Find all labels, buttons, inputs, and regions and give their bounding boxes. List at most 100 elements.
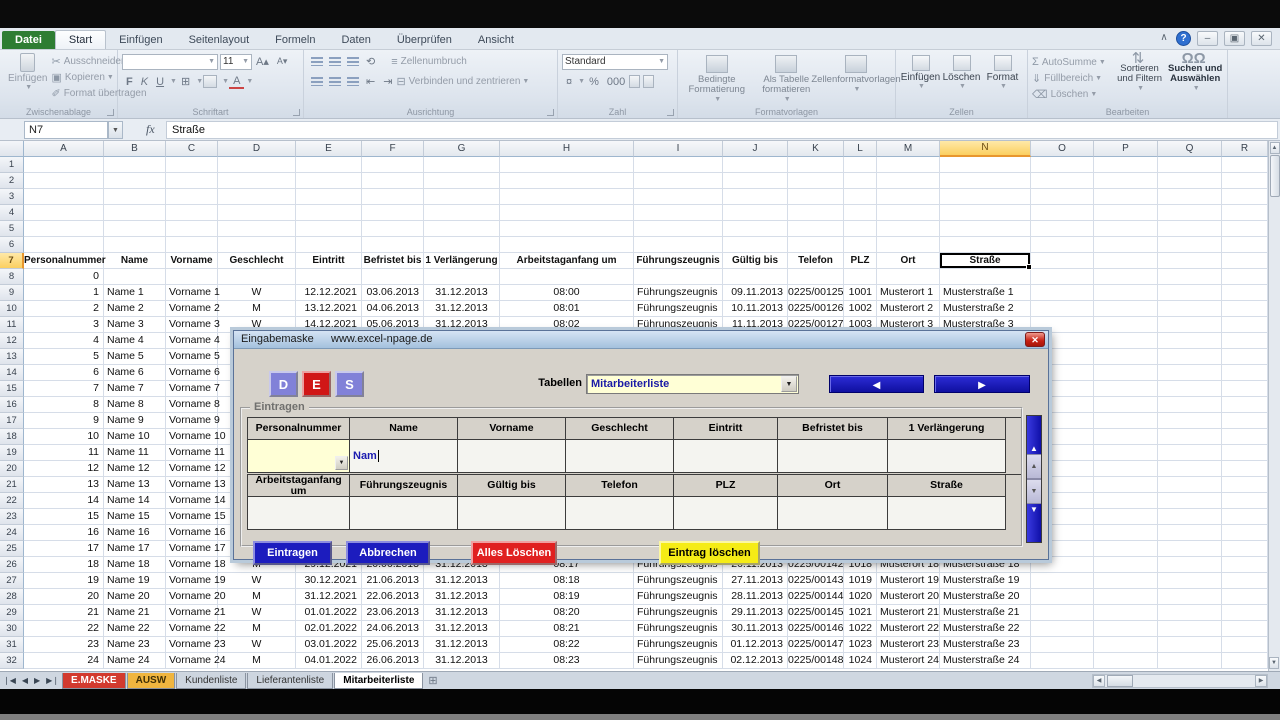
cell-A18[interactable]: 10 <box>24 429 104 445</box>
cell-P7[interactable] <box>1094 253 1158 269</box>
cell-P17[interactable] <box>1094 413 1158 429</box>
cell-C1[interactable] <box>166 157 218 173</box>
cell-Q16[interactable] <box>1158 397 1222 413</box>
cell-R21[interactable] <box>1222 477 1268 493</box>
cell-P15[interactable] <box>1094 381 1158 397</box>
cell-N29[interactable]: Musterstraße 21 <box>940 605 1031 621</box>
cell-P19[interactable] <box>1094 445 1158 461</box>
cell-F30[interactable]: 24.06.2013 <box>362 621 424 637</box>
cell-L27[interactable]: 1019 <box>844 573 877 589</box>
cell-J27[interactable]: 27.11.2013 <box>723 573 788 589</box>
cell-H2[interactable] <box>500 173 634 189</box>
cell-R32[interactable] <box>1222 653 1268 669</box>
input-name[interactable]: Nam <box>350 440 458 473</box>
cell-C13[interactable]: Vorname 5 <box>166 349 218 365</box>
sheet-tab-mitarbeiterliste[interactable]: Mitarbeiterliste <box>334 673 423 689</box>
cell-A28[interactable]: 20 <box>24 589 104 605</box>
column-header-L[interactable]: L <box>844 141 877 157</box>
cell-A29[interactable]: 21 <box>24 605 104 621</box>
align-middle-icon[interactable] <box>329 57 341 66</box>
cell-Q9[interactable] <box>1158 285 1222 301</box>
tabellen-select[interactable]: Mitarbeiterliste ▼ <box>586 374 799 394</box>
align-right-icon[interactable] <box>347 77 359 86</box>
cell-B11[interactable]: Name 3 <box>104 317 166 333</box>
cell-R15[interactable] <box>1222 381 1268 397</box>
row-header-29[interactable]: 29 <box>0 605 24 621</box>
cell-M2[interactable] <box>877 173 940 189</box>
input-befristet-bis[interactable] <box>778 440 888 473</box>
button-s[interactable]: S <box>335 371 364 397</box>
cell-H8[interactable] <box>500 269 634 285</box>
column-header-F[interactable]: F <box>362 141 424 157</box>
cell-R5[interactable] <box>1222 221 1268 237</box>
cell-Q24[interactable] <box>1158 525 1222 541</box>
cell-Q26[interactable] <box>1158 557 1222 573</box>
scroll-left-icon[interactable]: ◀ <box>1093 675 1105 687</box>
cell-J2[interactable] <box>723 173 788 189</box>
cell-G28[interactable]: 31.12.2013 <box>424 589 500 605</box>
column-header-I[interactable]: I <box>634 141 723 157</box>
name-box-dropdown-icon[interactable]: ▼ <box>108 121 123 139</box>
cell-G30[interactable]: 31.12.2013 <box>424 621 500 637</box>
cell-C18[interactable]: Vorname 10 <box>166 429 218 445</box>
cell-G9[interactable]: 31.12.2013 <box>424 285 500 301</box>
cell-L8[interactable] <box>844 269 877 285</box>
ribbon-tab-formeln[interactable]: Formeln <box>262 31 328 49</box>
cell-C15[interactable]: Vorname 7 <box>166 381 218 397</box>
column-header-E[interactable]: E <box>296 141 362 157</box>
decrease-indent-icon[interactable]: ⇤ <box>362 75 379 88</box>
cell-N4[interactable] <box>940 205 1031 221</box>
row-header-5[interactable]: 5 <box>0 221 24 237</box>
cell-G7[interactable]: 1 Verlängerung <box>424 253 500 269</box>
cell-R7[interactable] <box>1222 253 1268 269</box>
scroll-up-icon[interactable]: ▲ <box>1270 142 1280 154</box>
merge-center-button[interactable]: Verbinden und zentrieren <box>409 76 521 87</box>
scrollbar-bottom-segment[interactable]: ▼ <box>1027 504 1041 542</box>
cell-J7[interactable]: Gültig bis <box>723 253 788 269</box>
cell-C24[interactable]: Vorname 16 <box>166 525 218 541</box>
cell-A23[interactable]: 15 <box>24 509 104 525</box>
cell-M29[interactable]: Musterort 21 <box>877 605 940 621</box>
row-header-31[interactable]: 31 <box>0 637 24 653</box>
percent-button[interactable]: % <box>585 76 603 88</box>
cell-Q18[interactable] <box>1158 429 1222 445</box>
thousands-button[interactable]: 000 <box>603 76 629 88</box>
align-top-icon[interactable] <box>311 57 323 66</box>
dialog-launcher-icon[interactable] <box>107 109 114 116</box>
cell-K31[interactable]: 0225/00147 <box>788 637 844 653</box>
ribbon-tab-einfügen[interactable]: Einfügen <box>106 31 175 49</box>
cell-B6[interactable] <box>104 237 166 253</box>
cell-B27[interactable]: Name 19 <box>104 573 166 589</box>
cell-M4[interactable] <box>877 205 940 221</box>
cell-O2[interactable] <box>1031 173 1094 189</box>
cell-I1[interactable] <box>634 157 723 173</box>
cell-M27[interactable]: Musterort 19 <box>877 573 940 589</box>
cell-I28[interactable]: Führungszeugnis <box>634 589 723 605</box>
cell-F8[interactable] <box>362 269 424 285</box>
insert-cells-button[interactable]: Einfügen▼ <box>900 55 941 105</box>
cell-B14[interactable]: Name 6 <box>104 365 166 381</box>
row-header-18[interactable]: 18 <box>0 429 24 445</box>
column-header-J[interactable]: J <box>723 141 788 157</box>
cell-A17[interactable]: 9 <box>24 413 104 429</box>
cell-L6[interactable] <box>844 237 877 253</box>
cell-E10[interactable]: 13.12.2021 <box>296 301 362 317</box>
cell-C17[interactable]: Vorname 9 <box>166 413 218 429</box>
cell-styles-button[interactable]: Zellenformatvorlagen▼ <box>821 55 891 95</box>
cell-H5[interactable] <box>500 221 634 237</box>
first-sheet-icon[interactable]: ❘◀ <box>0 676 19 685</box>
cell-H9[interactable]: 08:00 <box>500 285 634 301</box>
cell-R16[interactable] <box>1222 397 1268 413</box>
ribbon-collapse-icon[interactable]: ∧ <box>1158 31 1170 46</box>
format-cells-button[interactable]: Format▼ <box>982 55 1023 105</box>
cell-G4[interactable] <box>424 205 500 221</box>
cell-N5[interactable] <box>940 221 1031 237</box>
cell-M8[interactable] <box>877 269 940 285</box>
cell-E2[interactable] <box>296 173 362 189</box>
cell-P22[interactable] <box>1094 493 1158 509</box>
input-g-ltig-bis[interactable] <box>458 497 566 530</box>
cell-I9[interactable]: Führungszeugnis <box>634 285 723 301</box>
cell-B31[interactable]: Name 23 <box>104 637 166 653</box>
cell-N10[interactable]: Musterstraße 2 <box>940 301 1031 317</box>
cell-E32[interactable]: 04.01.2022 <box>296 653 362 669</box>
